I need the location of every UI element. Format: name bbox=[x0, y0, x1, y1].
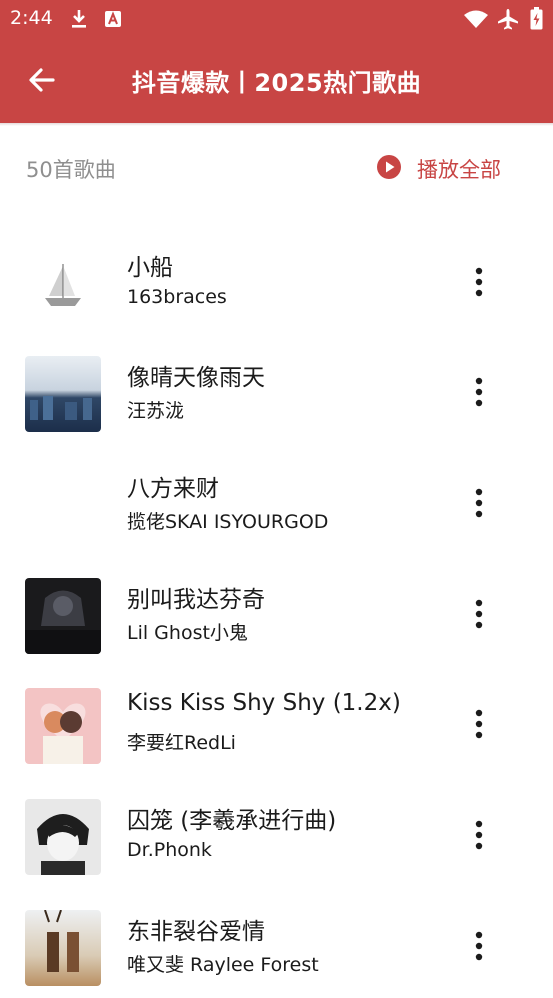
play-all-label: 播放全部 bbox=[417, 158, 501, 182]
song-row[interactable]: 小船 163braces bbox=[0, 234, 553, 334]
album-art bbox=[25, 246, 101, 322]
song-row[interactable]: 别叫我达芬奇 Lil Ghost小鬼 bbox=[0, 566, 553, 666]
more-options-button[interactable] bbox=[466, 485, 492, 521]
song-artist: 李要红RedLi bbox=[127, 732, 236, 754]
album-art bbox=[25, 467, 101, 543]
more-vert-icon bbox=[475, 931, 483, 961]
album-art bbox=[25, 578, 101, 654]
song-artist: Lil Ghost小鬼 bbox=[127, 622, 248, 644]
more-options-button[interactable] bbox=[466, 817, 492, 853]
more-vert-icon bbox=[475, 267, 483, 297]
song-row[interactable]: 囚笼 (李羲承进行曲) Dr.Phonk bbox=[0, 787, 553, 887]
song-count: 50首歌曲 bbox=[26, 158, 116, 182]
song-title: 别叫我达芬奇 bbox=[127, 587, 265, 613]
album-art bbox=[25, 356, 101, 432]
song-row[interactable]: 像晴天像雨天 汪苏泷 bbox=[0, 344, 553, 444]
app-icon bbox=[105, 11, 121, 27]
status-time: 2:44 bbox=[10, 7, 53, 29]
more-vert-icon bbox=[475, 709, 483, 739]
song-row[interactable]: 八方来财 揽佬SKAI ISYOURGOD bbox=[0, 455, 553, 555]
more-options-button[interactable] bbox=[466, 374, 492, 410]
song-row[interactable]: 东非裂谷爱情 唯又斐 Raylee Forest bbox=[0, 898, 553, 998]
wifi-icon bbox=[464, 10, 488, 28]
song-artist: 揽佬SKAI ISYOURGOD bbox=[127, 511, 329, 533]
airplane-icon bbox=[498, 9, 518, 30]
album-art bbox=[25, 688, 101, 764]
song-row[interactable]: Kiss Kiss Shy Shy (1.2x) 李要红RedLi bbox=[0, 676, 553, 776]
song-artist: 唯又斐 Raylee Forest bbox=[127, 954, 319, 976]
more-options-button[interactable] bbox=[466, 928, 492, 964]
song-title: 囚笼 (李羲承进行曲) bbox=[127, 808, 337, 834]
song-title: Kiss Kiss Shy Shy (1.2x) bbox=[127, 690, 401, 716]
play-circle-icon bbox=[377, 155, 401, 179]
song-artist: Dr.Phonk bbox=[127, 839, 212, 861]
song-artist: 163braces bbox=[127, 286, 227, 308]
more-vert-icon bbox=[475, 599, 483, 629]
app-bar: 抖音爆款丨2025热门歌曲 bbox=[0, 38, 553, 123]
album-art bbox=[25, 799, 101, 875]
more-options-button[interactable] bbox=[466, 706, 492, 742]
song-title: 东非裂谷爱情 bbox=[127, 919, 265, 945]
page-title: 抖音爆款丨2025热门歌曲 bbox=[131, 69, 422, 97]
battery-icon bbox=[530, 7, 543, 30]
song-artist: 汪苏泷 bbox=[127, 400, 185, 422]
status-bar: 2:44 bbox=[0, 0, 553, 38]
song-title: 像晴天像雨天 bbox=[127, 365, 265, 391]
more-options-button[interactable] bbox=[466, 596, 492, 632]
song-title: 八方来财 bbox=[127, 476, 219, 502]
download-icon bbox=[72, 10, 86, 28]
more-options-button[interactable] bbox=[466, 264, 492, 300]
more-vert-icon bbox=[475, 488, 483, 518]
more-vert-icon bbox=[475, 377, 483, 407]
album-art bbox=[25, 910, 101, 986]
more-vert-icon bbox=[475, 820, 483, 850]
song-title: 小船 bbox=[127, 255, 173, 281]
app-bar-shadow bbox=[0, 123, 553, 126]
